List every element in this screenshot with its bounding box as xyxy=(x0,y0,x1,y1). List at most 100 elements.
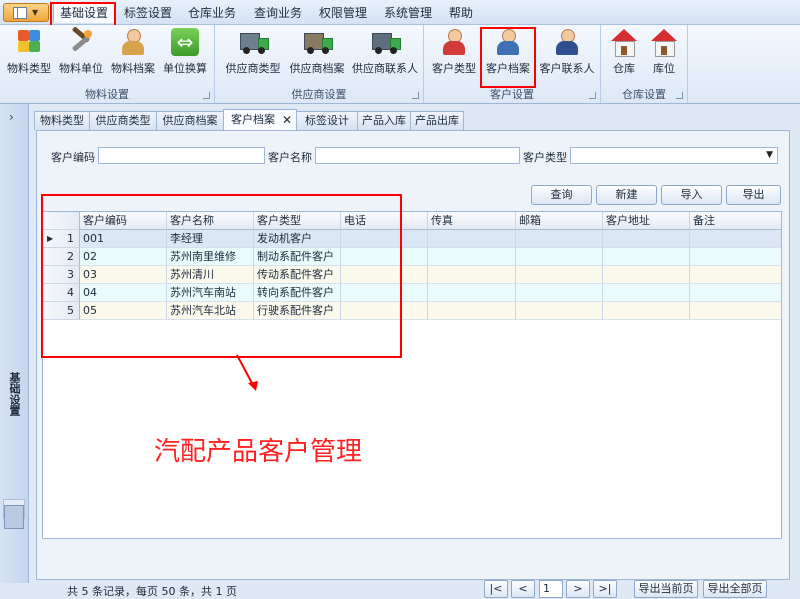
customer-type-button[interactable]: 客户类型 xyxy=(428,27,480,79)
import-button[interactable]: 导入 xyxy=(661,185,722,205)
cell-code[interactable]: 05 xyxy=(80,302,167,320)
cell-email[interactable] xyxy=(516,230,603,248)
tab-product-outbound[interactable]: 产品出库 xyxy=(410,111,464,130)
column-header[interactable]: 客户名称 xyxy=(167,212,254,230)
cell-email[interactable] xyxy=(516,248,603,266)
cell-remark[interactable] xyxy=(690,302,781,320)
cell-name[interactable]: 苏州清川 xyxy=(167,266,254,284)
tab-label-design[interactable]: 标签设计 xyxy=(296,111,358,130)
row-number[interactable]: 2 xyxy=(43,248,80,266)
cell-fax[interactable] xyxy=(428,266,516,284)
dialog-launcher-icon[interactable] xyxy=(589,92,596,99)
app-menu-button[interactable]: ▼ xyxy=(3,3,49,22)
menu-item-query-business[interactable]: 查询业务 xyxy=(254,4,302,22)
tab-supplier-archive[interactable]: 供应商档案 xyxy=(156,111,224,130)
cell-address[interactable] xyxy=(603,266,690,284)
supplier-archive-button[interactable]: 供应商档案 xyxy=(287,27,347,79)
supplier-type-button[interactable]: 供应商类型 xyxy=(223,27,283,79)
column-header[interactable]: 电话 xyxy=(341,212,428,230)
tab-customer-archive[interactable]: 客户档案 ✕ xyxy=(223,109,297,131)
cell-type[interactable]: 传动系配件客户 xyxy=(254,266,341,284)
cell-type[interactable]: 发动机客户 xyxy=(254,230,341,248)
tab-product-inbound[interactable]: 产品入库 xyxy=(357,111,411,130)
cell-name[interactable]: 苏州汽车北站 xyxy=(167,302,254,320)
material-unit-button[interactable]: 物料单位 xyxy=(56,26,106,79)
cell-address[interactable] xyxy=(603,248,690,266)
cell-email[interactable] xyxy=(516,284,603,302)
menu-item-system-management[interactable]: 系统管理 xyxy=(384,4,432,22)
customer-archive-button[interactable]: 客户档案 xyxy=(482,27,534,79)
row-number[interactable]: 4 xyxy=(43,284,80,302)
cell-fax[interactable] xyxy=(428,230,516,248)
cell-code[interactable]: 03 xyxy=(80,266,167,284)
table-row[interactable]: 4 04 苏州汽车南站 转向系配件客户 xyxy=(43,284,781,302)
cell-address[interactable] xyxy=(603,230,690,248)
menu-item-warehouse-business[interactable]: 仓库业务 xyxy=(188,4,236,22)
cell-fax[interactable] xyxy=(428,302,516,320)
sidebar-scroll-thumb[interactable] xyxy=(4,505,24,529)
cell-code[interactable]: 001 xyxy=(80,230,167,248)
warehouse-button[interactable]: 仓库 xyxy=(605,27,643,79)
cell-code[interactable]: 04 xyxy=(80,284,167,302)
cell-name[interactable]: 李经理 xyxy=(167,230,254,248)
close-icon[interactable]: ✕ xyxy=(282,110,292,130)
menu-item-help[interactable]: 帮助 xyxy=(449,4,473,22)
cell-type[interactable]: 转向系配件客户 xyxy=(254,284,341,302)
column-header[interactable]: 客户地址 xyxy=(603,212,690,230)
chevron-right-icon[interactable]: › xyxy=(9,110,14,124)
cell-type[interactable]: 制动系配件客户 xyxy=(254,248,341,266)
customer-type-select[interactable]: ▼ xyxy=(570,147,778,164)
column-header[interactable]: 邮箱 xyxy=(516,212,603,230)
column-header[interactable]: 备注 xyxy=(690,212,781,230)
row-number[interactable]: ▶ 1 xyxy=(43,230,80,248)
cell-name[interactable]: 苏州汽车南站 xyxy=(167,284,254,302)
cell-phone[interactable] xyxy=(341,302,428,320)
storage-location-button[interactable]: 库位 xyxy=(645,27,683,79)
tab-supplier-type[interactable]: 供应商类型 xyxy=(89,111,157,130)
sidebar-label[interactable]: 基础设置 xyxy=(6,372,22,416)
dialog-launcher-icon[interactable] xyxy=(203,92,210,99)
cell-type[interactable]: 行驶系配件客户 xyxy=(254,302,341,320)
cell-phone[interactable] xyxy=(341,230,428,248)
customer-name-input[interactable] xyxy=(315,147,520,164)
cell-email[interactable] xyxy=(516,302,603,320)
menu-item-basic-settings[interactable]: 基础设置 xyxy=(53,3,116,23)
query-button[interactable]: 查询 xyxy=(531,185,592,205)
material-type-button[interactable]: 物料类型 xyxy=(4,27,54,79)
cell-fax[interactable] xyxy=(428,248,516,266)
menu-item-permission-management[interactable]: 权限管理 xyxy=(319,4,367,22)
cell-email[interactable] xyxy=(516,266,603,284)
cell-address[interactable] xyxy=(603,302,690,320)
row-number[interactable]: 3 xyxy=(43,266,80,284)
supplier-contact-button[interactable]: 供应商联系人 xyxy=(349,27,421,79)
cell-phone[interactable] xyxy=(341,266,428,284)
cell-code[interactable]: 02 xyxy=(80,248,167,266)
cell-phone[interactable] xyxy=(341,284,428,302)
table-row[interactable]: ▶ 1 001 李经理 发动机客户 xyxy=(43,230,781,248)
customer-code-input[interactable] xyxy=(98,147,265,164)
dialog-launcher-icon[interactable] xyxy=(676,92,683,99)
tab-material-type[interactable]: 物料类型 xyxy=(34,111,90,130)
cell-remark[interactable] xyxy=(690,284,781,302)
new-button[interactable]: 新建 xyxy=(596,185,657,205)
unit-conversion-button[interactable]: ⇔ 单位换算 xyxy=(160,27,210,79)
export-button[interactable]: 导出 xyxy=(726,185,781,205)
table-row[interactable]: 2 02 苏州南里维修 制动系配件客户 xyxy=(43,248,781,266)
column-header[interactable]: 客户编码 xyxy=(80,212,167,230)
column-header[interactable]: 客户类型 xyxy=(254,212,341,230)
cell-remark[interactable] xyxy=(690,266,781,284)
cell-address[interactable] xyxy=(603,284,690,302)
cell-phone[interactable] xyxy=(341,248,428,266)
menu-item-label-settings[interactable]: 标签设置 xyxy=(124,4,172,22)
column-header[interactable]: 传真 xyxy=(428,212,516,230)
cell-fax[interactable] xyxy=(428,284,516,302)
table-row[interactable]: 5 05 苏州汽车北站 行驶系配件客户 xyxy=(43,302,781,320)
material-archive-button[interactable]: 物料档案 xyxy=(108,27,158,79)
customer-contact-button[interactable]: 客户联系人 xyxy=(536,27,598,79)
cell-remark[interactable] xyxy=(690,248,781,266)
cell-name[interactable]: 苏州南里维修 xyxy=(167,248,254,266)
cell-remark[interactable] xyxy=(690,230,781,248)
table-row[interactable]: 3 03 苏州清川 传动系配件客户 xyxy=(43,266,781,284)
row-number[interactable]: 5 xyxy=(43,302,80,320)
dialog-launcher-icon[interactable] xyxy=(412,92,419,99)
